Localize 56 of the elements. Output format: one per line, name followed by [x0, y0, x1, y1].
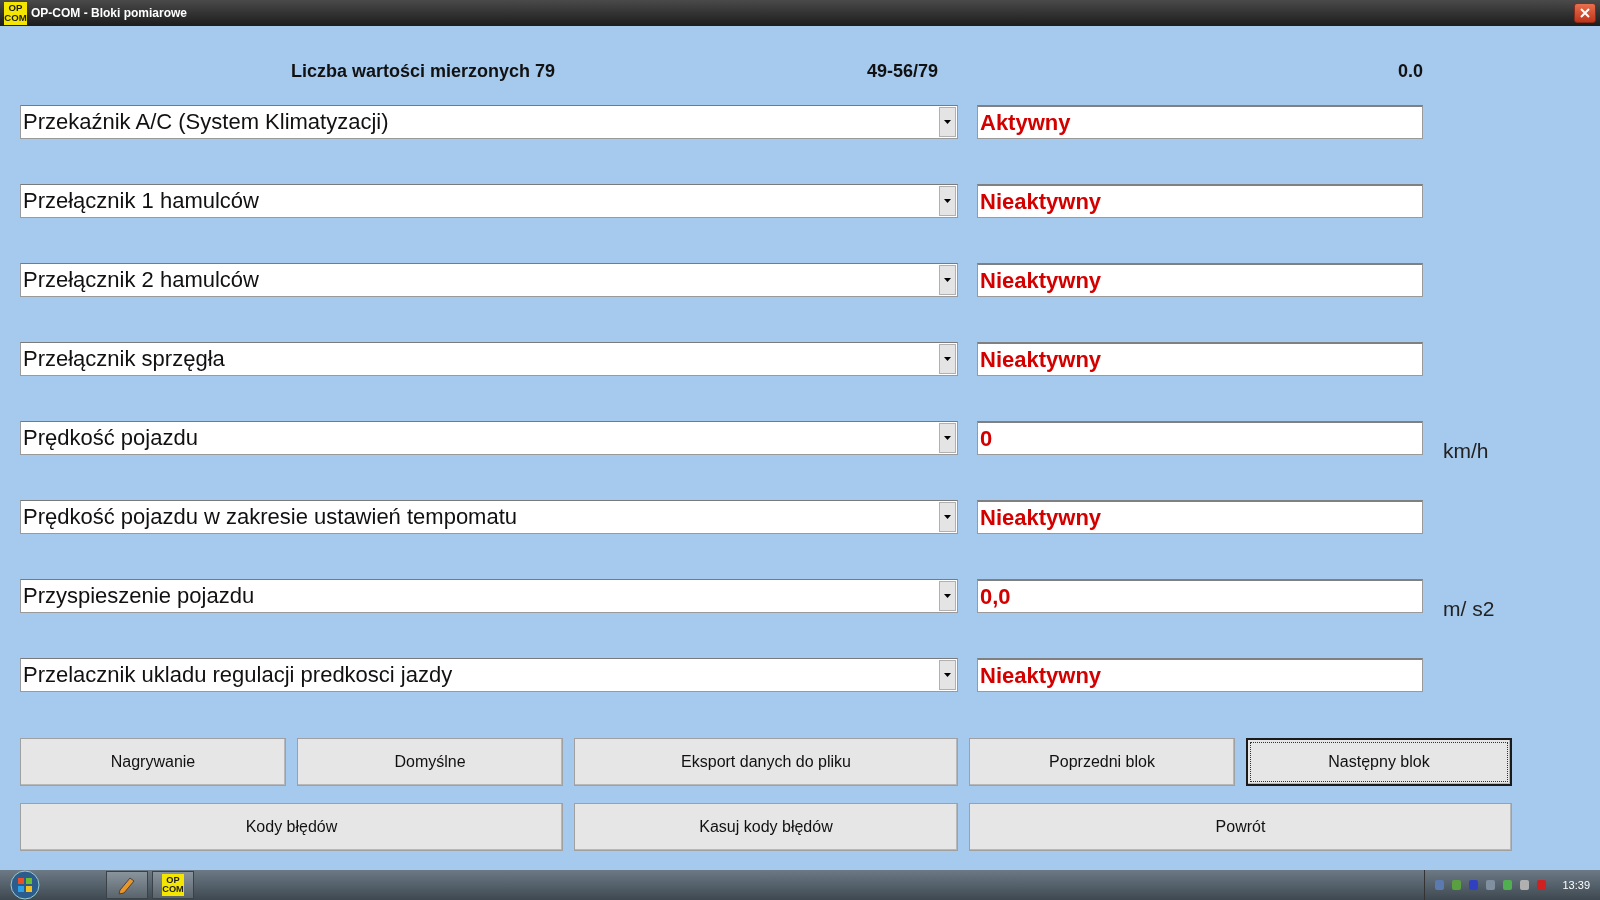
close-button[interactable]	[1574, 3, 1596, 23]
parameter-dropdown[interactable]: Prędkość pojazdu w zakresie ustawień tempomatu	[20, 500, 958, 534]
taskbar-app-button[interactable]	[106, 871, 148, 899]
caret-icon	[944, 673, 951, 677]
unit-label: m/ s2	[1443, 597, 1496, 621]
parameter-dropdown[interactable]: Przekaźnik A/C (System Klimatyzacji)	[20, 105, 958, 139]
parameter-dropdown[interactable]: Przelacznik ukladu regulacji predkosci jazdy	[20, 658, 958, 692]
start-orb-icon[interactable]	[10, 870, 40, 900]
dropdown-button[interactable]	[939, 265, 956, 295]
close-icon	[1580, 8, 1590, 18]
action-button[interactable]: Kody błędów	[20, 803, 563, 851]
caret-icon	[944, 278, 951, 282]
parameter-dropdown[interactable]: Prędkość pojazdu	[20, 421, 958, 455]
dropdown-button[interactable]	[939, 107, 956, 137]
action-button[interactable]: Poprzedni blok	[969, 738, 1235, 786]
dropdown-button[interactable]	[939, 186, 956, 216]
values-count-label: Liczba wartości mierzonych 79	[291, 60, 556, 82]
value-field: Nieaktywny	[977, 263, 1423, 297]
app-icon: OP COM	[4, 1, 27, 25]
caret-icon	[944, 199, 951, 203]
clock: 13:39	[1562, 879, 1590, 891]
parameter-dropdown[interactable]: Przyspieszenie pojazdu	[20, 579, 958, 613]
parameter-dropdown[interactable]: Przełącznik 2 hamulców	[20, 263, 958, 297]
app-icon: OP COM	[162, 874, 184, 896]
tray-icon[interactable]	[1501, 878, 1515, 892]
taskbar-app-button[interactable]: OP COM	[152, 871, 194, 899]
pencil-icon	[117, 875, 137, 895]
unit-label: km/h	[1443, 439, 1490, 463]
parameter-dropdown[interactable]: Przełącznik 1 hamulców	[20, 184, 958, 218]
caret-icon	[944, 120, 951, 124]
value-field: Nieaktywny	[977, 658, 1423, 692]
caret-icon	[944, 357, 951, 361]
action-button[interactable]: Domyślne	[297, 738, 563, 786]
action-button[interactable]: Kasuj kody błędów	[574, 803, 958, 851]
value-field: Nieaktywny	[977, 184, 1423, 218]
value-field: 0,0	[977, 579, 1423, 613]
dropdown-button[interactable]	[939, 502, 956, 532]
time-label: 0.0	[1397, 60, 1423, 82]
parameter-dropdown[interactable]: Przełącznik sprzęgła	[20, 342, 958, 376]
value-field: Nieaktywny	[977, 342, 1423, 376]
action-button[interactable]: Powrót	[969, 803, 1512, 851]
dropdown-button[interactable]	[939, 581, 956, 611]
caret-icon	[944, 594, 951, 598]
dropdown-button[interactable]	[939, 344, 956, 374]
dropdown-button[interactable]	[939, 660, 956, 690]
value-field: 0	[977, 421, 1423, 455]
caret-icon	[944, 436, 951, 440]
window-title: OP-COM - Bloki pomiarowe	[31, 6, 188, 20]
action-button[interactable]: Eksport danych do pliku	[574, 738, 958, 786]
range-label: 49-56/79	[866, 60, 938, 82]
action-button[interactable]: Nagrywanie	[20, 738, 286, 786]
value-field: Aktywny	[977, 105, 1423, 139]
action-button[interactable]: Następny blok	[1246, 738, 1512, 786]
caret-icon	[944, 515, 951, 519]
value-field: Nieaktywny	[977, 500, 1423, 534]
dropdown-button[interactable]	[939, 423, 956, 453]
